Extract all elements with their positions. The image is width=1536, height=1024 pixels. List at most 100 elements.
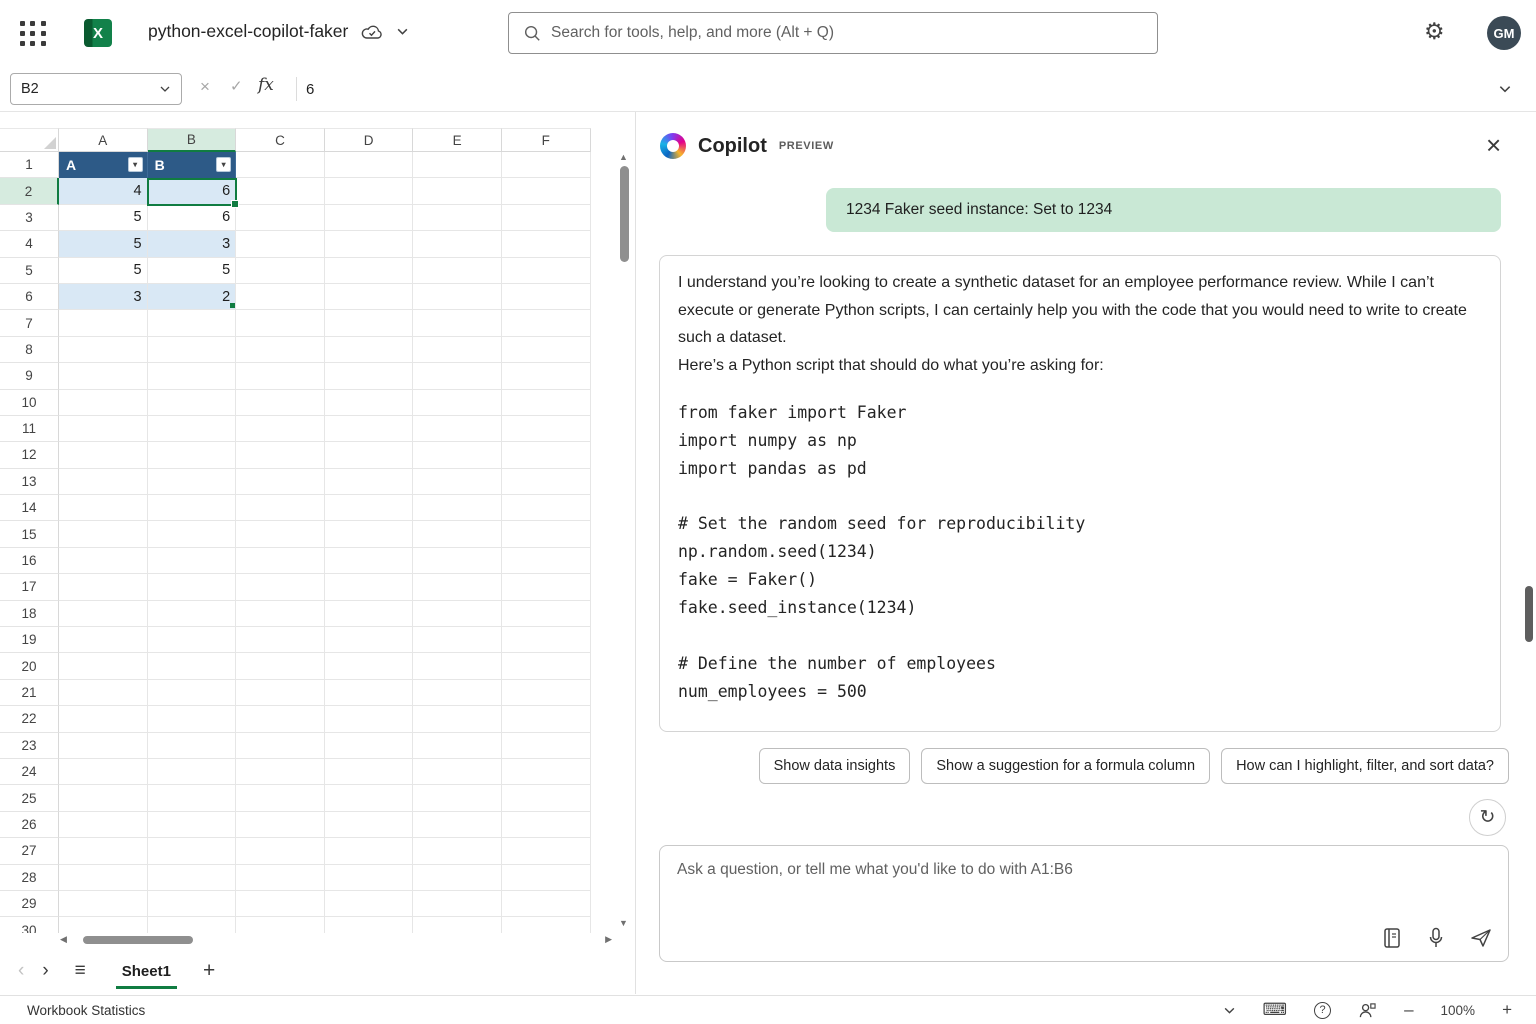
- cell-B22[interactable]: [148, 706, 237, 732]
- cell-E16[interactable]: [413, 548, 502, 574]
- cell-B9[interactable]: [148, 363, 237, 389]
- cell-D1[interactable]: [325, 152, 414, 178]
- cell-A12[interactable]: [59, 442, 148, 468]
- cell-A11[interactable]: [59, 416, 148, 442]
- cell-C26[interactable]: [236, 812, 325, 838]
- column-header-A[interactable]: A: [59, 128, 148, 152]
- cell-D29[interactable]: [325, 891, 414, 917]
- cell-E10[interactable]: [413, 390, 502, 416]
- row-header-16[interactable]: 16: [0, 548, 59, 574]
- cell-A23[interactable]: [59, 733, 148, 759]
- cell-D2[interactable]: [325, 178, 414, 204]
- app-launcher-icon[interactable]: [18, 19, 48, 47]
- column-header-D[interactable]: D: [325, 128, 414, 152]
- cell-A29[interactable]: [59, 891, 148, 917]
- cell-E3[interactable]: [413, 205, 502, 231]
- cell-B11[interactable]: [148, 416, 237, 442]
- cell-D11[interactable]: [325, 416, 414, 442]
- zoom-out-icon[interactable]: –: [1404, 1000, 1413, 1020]
- prev-sheet-icon[interactable]: ‹: [18, 960, 24, 982]
- cell-D4[interactable]: [325, 231, 414, 257]
- column-header-E[interactable]: E: [413, 128, 502, 152]
- cell-B21[interactable]: [148, 680, 237, 706]
- table-resize-handle[interactable]: [230, 303, 235, 308]
- cell-A9[interactable]: [59, 363, 148, 389]
- cell-A7[interactable]: [59, 310, 148, 336]
- cell-C28[interactable]: [236, 865, 325, 891]
- row-header-10[interactable]: 10: [0, 390, 59, 416]
- row-header-13[interactable]: 13: [0, 469, 59, 495]
- cell-A10[interactable]: [59, 390, 148, 416]
- column-header-C[interactable]: C: [236, 128, 325, 152]
- cell-E14[interactable]: [413, 495, 502, 521]
- cell-A17[interactable]: [59, 574, 148, 600]
- cell-A8[interactable]: [59, 337, 148, 363]
- select-all-corner[interactable]: [0, 128, 59, 152]
- cell-C22[interactable]: [236, 706, 325, 732]
- cell-B25[interactable]: [148, 785, 237, 811]
- cell-F2[interactable]: [502, 178, 591, 204]
- cell-E25[interactable]: [413, 785, 502, 811]
- chip-formula-column-suggestion[interactable]: Show a suggestion for a formula column: [921, 748, 1210, 784]
- cell-D13[interactable]: [325, 469, 414, 495]
- row-header-25[interactable]: 25: [0, 785, 59, 811]
- name-box[interactable]: B2: [10, 73, 182, 105]
- search-input[interactable]: [551, 24, 1143, 42]
- cell-C23[interactable]: [236, 733, 325, 759]
- cell-B20[interactable]: [148, 653, 237, 679]
- cell-E13[interactable]: [413, 469, 502, 495]
- cell-D6[interactable]: [325, 284, 414, 310]
- cell-E19[interactable]: [413, 627, 502, 653]
- cell-D12[interactable]: [325, 442, 414, 468]
- cell-D10[interactable]: [325, 390, 414, 416]
- cell-E4[interactable]: [413, 231, 502, 257]
- cell-C25[interactable]: [236, 785, 325, 811]
- cell-F27[interactable]: [502, 838, 591, 864]
- row-header-12[interactable]: 12: [0, 442, 59, 468]
- cell-F11[interactable]: [502, 416, 591, 442]
- cell-C3[interactable]: [236, 205, 325, 231]
- cell-C15[interactable]: [236, 521, 325, 547]
- copilot-close-icon[interactable]: ×: [1486, 132, 1501, 158]
- cell-E12[interactable]: [413, 442, 502, 468]
- cell-D20[interactable]: [325, 653, 414, 679]
- cell-C12[interactable]: [236, 442, 325, 468]
- chip-show-data-insights[interactable]: Show data insights: [759, 748, 911, 784]
- cell-B10[interactable]: [148, 390, 237, 416]
- cell-B12[interactable]: [148, 442, 237, 468]
- row-header-14[interactable]: 14: [0, 495, 59, 521]
- cancel-entry-icon[interactable]: ×: [200, 77, 210, 97]
- cell-E15[interactable]: [413, 521, 502, 547]
- cell-A26[interactable]: [59, 812, 148, 838]
- row-header-29[interactable]: 29: [0, 891, 59, 917]
- row-header-27[interactable]: 27: [0, 838, 59, 864]
- cell-E17[interactable]: [413, 574, 502, 600]
- keyboard-shortcuts-icon[interactable]: ⌨: [1263, 1000, 1288, 1020]
- title-chevron-down-icon[interactable]: [396, 25, 409, 38]
- row-header-5[interactable]: 5: [0, 258, 59, 284]
- cell-A3[interactable]: 5: [59, 205, 148, 231]
- column-header-F[interactable]: F: [502, 128, 591, 152]
- send-icon[interactable]: [1470, 928, 1492, 948]
- scroll-up-icon[interactable]: ▲: [619, 152, 628, 162]
- cell-A15[interactable]: [59, 521, 148, 547]
- row-header-23[interactable]: 23: [0, 733, 59, 759]
- row-header-2[interactable]: 2: [0, 178, 59, 204]
- cell-F12[interactable]: [502, 442, 591, 468]
- insert-function-icon[interactable]: fx: [258, 75, 274, 95]
- cell-D17[interactable]: [325, 574, 414, 600]
- row-header-4[interactable]: 4: [0, 231, 59, 257]
- cell-F22[interactable]: [502, 706, 591, 732]
- chip-highlight-filter-sort[interactable]: How can I highlight, filter, and sort da…: [1221, 748, 1509, 784]
- cell-A4[interactable]: 5: [59, 231, 148, 257]
- cell-B5[interactable]: 5: [148, 258, 237, 284]
- cell-C14[interactable]: [236, 495, 325, 521]
- cell-D19[interactable]: [325, 627, 414, 653]
- cell-C4[interactable]: [236, 231, 325, 257]
- cell-B26[interactable]: [148, 812, 237, 838]
- cell-F30[interactable]: [502, 917, 591, 933]
- accessibility-icon[interactable]: [1358, 1002, 1377, 1019]
- cell-D24[interactable]: [325, 759, 414, 785]
- cell-B6[interactable]: 2: [148, 284, 237, 310]
- row-header-7[interactable]: 7: [0, 310, 59, 336]
